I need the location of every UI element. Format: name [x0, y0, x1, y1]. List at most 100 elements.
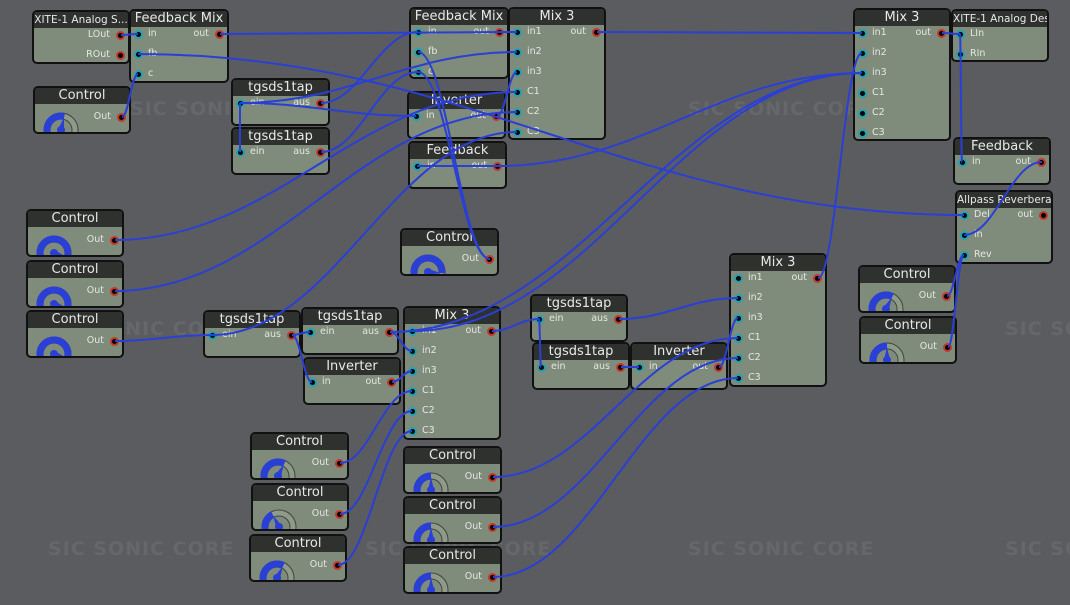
module-mix3b[interactable]: Mix 3 in1 in2 in3 C1 C2 C3 out: [853, 8, 951, 141]
input-jack[interactable]: [858, 129, 867, 138]
output-jack[interactable]: [110, 337, 119, 346]
output-jack[interactable]: [937, 29, 946, 38]
module-title[interactable]: tgsds1tap: [532, 296, 626, 312]
output-jack[interactable]: [287, 331, 296, 340]
module-title[interactable]: tgsds1tap: [303, 309, 397, 325]
module-ctrl9[interactable]: Control Out: [251, 483, 349, 531]
module-ctrl2[interactable]: Control Out: [26, 209, 124, 257]
module-ctrl5[interactable]: Control Out: [400, 228, 499, 276]
module-title[interactable]: Inverter: [409, 93, 504, 109]
output-jack[interactable]: [385, 328, 394, 337]
module-title[interactable]: Control: [861, 318, 955, 334]
knob-control[interactable]: [411, 570, 451, 592]
input-jack[interactable]: [858, 49, 867, 58]
knob-control[interactable]: [411, 470, 451, 492]
output-jack[interactable]: [487, 327, 496, 336]
input-jack[interactable]: [414, 68, 423, 77]
module-title[interactable]: Feedback Mix: [131, 11, 227, 27]
input-jack[interactable]: [513, 108, 522, 117]
output-jack[interactable]: [316, 99, 325, 108]
output-jack[interactable]: [116, 51, 125, 60]
module-inv2[interactable]: Inverter in out: [303, 357, 401, 405]
module-allpass[interactable]: Allpass ReverberatorDel in Rev out: [955, 190, 1053, 264]
module-title[interactable]: Allpass Reverberator: [957, 192, 1051, 208]
input-jack[interactable]: [134, 70, 143, 79]
input-jack[interactable]: [734, 294, 743, 303]
module-title[interactable]: Control: [35, 88, 129, 104]
module-title[interactable]: Inverter: [632, 344, 726, 360]
output-jack[interactable]: [1039, 211, 1048, 220]
input-jack[interactable]: [858, 89, 867, 98]
input-jack[interactable]: [960, 251, 969, 260]
input-jack[interactable]: [734, 314, 743, 323]
output-jack[interactable]: [215, 30, 224, 39]
knob-control[interactable]: [411, 520, 451, 542]
input-jack[interactable]: [236, 148, 245, 157]
module-ctrl7[interactable]: Control Out: [859, 316, 957, 364]
module-title[interactable]: tgsds1tap: [233, 129, 328, 145]
input-jack[interactable]: [537, 363, 546, 372]
module-title[interactable]: Control: [28, 262, 122, 278]
module-title[interactable]: Control: [251, 536, 345, 552]
module-title[interactable]: Mix 3: [855, 10, 949, 26]
module-title[interactable]: Control: [405, 548, 500, 564]
output-jack[interactable]: [616, 363, 625, 372]
module-title[interactable]: Control: [28, 312, 122, 328]
input-jack[interactable]: [535, 315, 544, 324]
output-jack[interactable]: [117, 113, 126, 122]
input-jack[interactable]: [134, 50, 143, 59]
module-tap5[interactable]: tgsds1tap ein aus: [530, 294, 628, 342]
module-title[interactable]: Inverter: [305, 359, 399, 375]
output-jack[interactable]: [495, 28, 504, 37]
module-ctrl11[interactable]: Control Out: [403, 446, 502, 494]
input-jack[interactable]: [956, 50, 965, 59]
output-jack[interactable]: [387, 378, 396, 387]
input-jack[interactable]: [956, 30, 965, 39]
module-tap4[interactable]: tgsds1tap ein aus: [301, 307, 399, 355]
input-jack[interactable]: [408, 387, 417, 396]
module-title[interactable]: Control: [405, 498, 500, 514]
module-title[interactable]: Feedback: [955, 139, 1049, 155]
output-jack[interactable]: [488, 523, 497, 532]
input-jack[interactable]: [635, 363, 644, 372]
module-mix3d[interactable]: Mix 3 in1 in2 in3 C1 C2 C3 out: [729, 253, 827, 387]
input-jack[interactable]: [308, 378, 317, 387]
input-jack[interactable]: [734, 374, 743, 383]
input-jack[interactable]: [408, 347, 417, 356]
input-jack[interactable]: [858, 29, 867, 38]
input-jack[interactable]: [513, 68, 522, 77]
knob-control[interactable]: [867, 340, 907, 362]
output-jack[interactable]: [614, 315, 623, 324]
output-jack[interactable]: [493, 162, 502, 171]
module-title[interactable]: Feedback Mix: [411, 9, 507, 25]
output-jack[interactable]: [943, 343, 952, 352]
module-xite_dst[interactable]: XITE-1 Analog Dest LIn RIn: [951, 9, 1049, 62]
module-tap2[interactable]: tgsds1tap ein aus: [231, 127, 330, 175]
module-title[interactable]: Control: [860, 267, 954, 283]
output-jack[interactable]: [485, 255, 494, 264]
input-jack[interactable]: [858, 69, 867, 78]
input-jack[interactable]: [513, 88, 522, 97]
module-feedback1[interactable]: Feedback in out: [408, 141, 507, 189]
module-title[interactable]: Control: [405, 448, 500, 464]
input-jack[interactable]: [236, 99, 245, 108]
module-title[interactable]: Mix 3: [731, 255, 825, 271]
knob-control[interactable]: [34, 233, 74, 255]
input-jack[interactable]: [734, 274, 743, 283]
module-title[interactable]: tgsds1tap: [534, 344, 628, 360]
module-ctrl1[interactable]: Control Out: [33, 86, 131, 134]
knob-control[interactable]: [259, 507, 299, 529]
module-ctrl4[interactable]: Control Out: [26, 310, 124, 358]
module-tap3[interactable]: tgsds1tap ein aus: [203, 310, 301, 358]
module-ctrl12[interactable]: Control Out: [403, 496, 502, 544]
module-title[interactable]: tgsds1tap: [233, 80, 328, 96]
input-jack[interactable]: [734, 334, 743, 343]
input-jack[interactable]: [134, 30, 143, 39]
module-ctrl13[interactable]: Control Out: [403, 546, 502, 594]
input-jack[interactable]: [858, 109, 867, 118]
module-feedback2[interactable]: Feedback in out: [953, 137, 1051, 185]
output-jack[interactable]: [1037, 158, 1046, 167]
input-jack[interactable]: [408, 327, 417, 336]
input-jack[interactable]: [513, 48, 522, 57]
output-jack[interactable]: [316, 148, 325, 157]
